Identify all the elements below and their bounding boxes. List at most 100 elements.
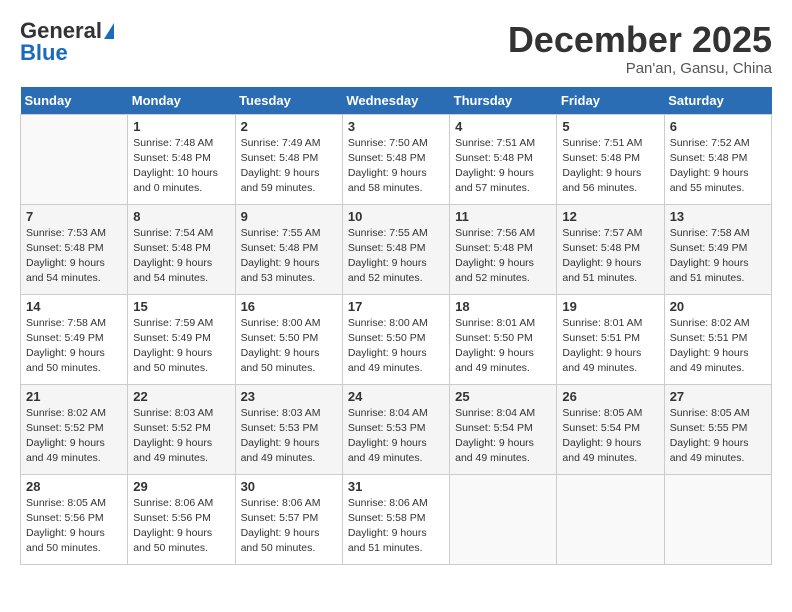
- day-header: Monday: [128, 87, 235, 115]
- day-info: Sunrise: 8:02 AMSunset: 5:52 PMDaylight:…: [26, 406, 122, 467]
- day-header: Tuesday: [235, 87, 342, 115]
- day-info: Sunrise: 7:51 AMSunset: 5:48 PMDaylight:…: [562, 136, 658, 197]
- calendar-cell: 1Sunrise: 7:48 AMSunset: 5:48 PMDaylight…: [128, 114, 235, 204]
- day-info: Sunrise: 8:04 AMSunset: 5:54 PMDaylight:…: [455, 406, 551, 467]
- calendar-cell: 8Sunrise: 7:54 AMSunset: 5:48 PMDaylight…: [128, 204, 235, 294]
- calendar-cell: 28 Sunrise: 8:05 AMSunset: 5:56 PMDayligh…: [21, 474, 128, 564]
- day-info: Sunrise: 8:03 AMSunset: 5:53 PMDaylight:…: [241, 406, 337, 467]
- day-number: 23: [241, 389, 337, 404]
- day-info: Sunrise: 7:58 AMSunset: 5:49 PMDaylight:…: [26, 316, 122, 377]
- calendar-cell: 3 Sunrise: 7:50 AMSunset: 5:48 PMDaylight…: [342, 114, 449, 204]
- calendar-cell: 5Sunrise: 7:51 AMSunset: 5:48 PMDaylight…: [557, 114, 664, 204]
- calendar-cell: 30 Sunrise: 8:06 AMSunset: 5:57 PMDayligh…: [235, 474, 342, 564]
- day-info: Sunrise: 7:53 AMSunset: 5:48 PMDaylight:…: [26, 226, 122, 287]
- calendar-cell: 10 Sunrise: 7:55 AMSunset: 5:48 PMDayligh…: [342, 204, 449, 294]
- day-info: Sunrise: 8:06 AMSunset: 5:56 PMDaylight:…: [133, 496, 229, 557]
- day-number: 24: [348, 389, 444, 404]
- day-header: Friday: [557, 87, 664, 115]
- calendar-cell: 9Sunrise: 7:55 AMSunset: 5:48 PMDaylight…: [235, 204, 342, 294]
- calendar-cell: 4 Sunrise: 7:51 AMSunset: 5:48 PMDaylight…: [450, 114, 557, 204]
- day-info: Sunrise: 7:54 AMSunset: 5:48 PMDaylight:…: [133, 226, 229, 287]
- calendar-cell: [664, 474, 771, 564]
- calendar-cell: 19Sunrise: 8:01 AMSunset: 5:51 PMDayligh…: [557, 294, 664, 384]
- calendar-cell: [21, 114, 128, 204]
- day-info: Sunrise: 8:01 AMSunset: 5:50 PMDaylight:…: [455, 316, 551, 377]
- day-number: 17: [348, 299, 444, 314]
- calendar-cell: 18 Sunrise: 8:01 AMSunset: 5:50 PMDayligh…: [450, 294, 557, 384]
- day-number: 7: [26, 209, 122, 224]
- day-info: Sunrise: 8:05 AMSunset: 5:54 PMDaylight:…: [562, 406, 658, 467]
- day-info: Sunrise: 8:06 AMSunset: 5:58 PMDaylight:…: [348, 496, 444, 557]
- day-number: 28: [26, 479, 122, 494]
- calendar-cell: 13Sunrise: 7:58 AMSunset: 5:49 PMDayligh…: [664, 204, 771, 294]
- day-info: Sunrise: 7:56 AMSunset: 5:48 PMDaylight:…: [455, 226, 551, 287]
- day-header: Sunday: [21, 87, 128, 115]
- calendar-cell: 17 Sunrise: 8:00 AMSunset: 5:50 PMDayligh…: [342, 294, 449, 384]
- title-block: December 2025 Pan'an, Gansu, China: [508, 20, 772, 77]
- calendar-week-row: 14 Sunrise: 7:58 AMSunset: 5:49 PMDayligh…: [21, 294, 772, 384]
- day-info: Sunrise: 7:52 AMSunset: 5:48 PMDaylight:…: [670, 136, 766, 197]
- location-text: Pan'an, Gansu, China: [508, 60, 772, 77]
- day-number: 18: [455, 299, 551, 314]
- day-number: 2: [241, 119, 337, 134]
- month-title: December 2025: [508, 20, 772, 60]
- day-number: 10: [348, 209, 444, 224]
- day-info: Sunrise: 8:05 AMSunset: 5:55 PMDaylight:…: [670, 406, 766, 467]
- day-info: Sunrise: 8:02 AMSunset: 5:51 PMDaylight:…: [670, 316, 766, 377]
- day-info: Sunrise: 7:55 AMSunset: 5:48 PMDaylight:…: [348, 226, 444, 287]
- day-info: Sunrise: 7:58 AMSunset: 5:49 PMDaylight:…: [670, 226, 766, 287]
- calendar-cell: 14 Sunrise: 7:58 AMSunset: 5:49 PMDayligh…: [21, 294, 128, 384]
- calendar-cell: 31 Sunrise: 8:06 AMSunset: 5:58 PMDayligh…: [342, 474, 449, 564]
- calendar-cell: 23 Sunrise: 8:03 AMSunset: 5:53 PMDayligh…: [235, 384, 342, 474]
- day-info: Sunrise: 7:59 AMSunset: 5:49 PMDaylight:…: [133, 316, 229, 377]
- day-info: Sunrise: 7:51 AMSunset: 5:48 PMDaylight:…: [455, 136, 551, 197]
- day-info: Sunrise: 8:00 AMSunset: 5:50 PMDaylight:…: [348, 316, 444, 377]
- logo: General Blue: [20, 20, 114, 64]
- day-info: Sunrise: 7:50 AMSunset: 5:48 PMDaylight:…: [348, 136, 444, 197]
- page-header: General Blue December 2025 Pan'an, Gansu…: [20, 20, 772, 77]
- day-number: 6: [670, 119, 766, 134]
- day-info: Sunrise: 7:57 AMSunset: 5:48 PMDaylight:…: [562, 226, 658, 287]
- calendar-week-row: 21Sunrise: 8:02 AMSunset: 5:52 PMDayligh…: [21, 384, 772, 474]
- logo-icon: [104, 23, 114, 39]
- calendar-cell: 25 Sunrise: 8:04 AMSunset: 5:54 PMDayligh…: [450, 384, 557, 474]
- day-number: 4: [455, 119, 551, 134]
- day-number: 14: [26, 299, 122, 314]
- header-row: SundayMondayTuesdayWednesdayThursdayFrid…: [21, 87, 772, 115]
- day-header: Wednesday: [342, 87, 449, 115]
- day-number: 9: [241, 209, 337, 224]
- day-info: Sunrise: 8:06 AMSunset: 5:57 PMDaylight:…: [241, 496, 337, 557]
- day-number: 25: [455, 389, 551, 404]
- calendar-cell: 16Sunrise: 8:00 AMSunset: 5:50 PMDayligh…: [235, 294, 342, 384]
- day-info: Sunrise: 8:05 AMSunset: 5:56 PMDaylight:…: [26, 496, 122, 557]
- day-number: 1: [133, 119, 229, 134]
- calendar-cell: 26Sunrise: 8:05 AMSunset: 5:54 PMDayligh…: [557, 384, 664, 474]
- day-number: 31: [348, 479, 444, 494]
- calendar-cell: [450, 474, 557, 564]
- day-number: 15: [133, 299, 229, 314]
- day-info: Sunrise: 8:01 AMSunset: 5:51 PMDaylight:…: [562, 316, 658, 377]
- day-number: 3: [348, 119, 444, 134]
- day-number: 20: [670, 299, 766, 314]
- calendar-cell: 27Sunrise: 8:05 AMSunset: 5:55 PMDayligh…: [664, 384, 771, 474]
- calendar-table: SundayMondayTuesdayWednesdayThursdayFrid…: [20, 87, 772, 565]
- day-number: 29: [133, 479, 229, 494]
- calendar-cell: 2 Sunrise: 7:49 AMSunset: 5:48 PMDaylight…: [235, 114, 342, 204]
- calendar-cell: 24Sunrise: 8:04 AMSunset: 5:53 PMDayligh…: [342, 384, 449, 474]
- day-header: Saturday: [664, 87, 771, 115]
- day-header: Thursday: [450, 87, 557, 115]
- calendar-cell: [557, 474, 664, 564]
- calendar-cell: 7 Sunrise: 7:53 AMSunset: 5:48 PMDaylight…: [21, 204, 128, 294]
- calendar-cell: 6 Sunrise: 7:52 AMSunset: 5:48 PMDaylight…: [664, 114, 771, 204]
- calendar-week-row: 28 Sunrise: 8:05 AMSunset: 5:56 PMDayligh…: [21, 474, 772, 564]
- day-info: Sunrise: 7:49 AMSunset: 5:48 PMDaylight:…: [241, 136, 337, 197]
- calendar-week-row: 1Sunrise: 7:48 AMSunset: 5:48 PMDaylight…: [21, 114, 772, 204]
- day-number: 12: [562, 209, 658, 224]
- day-number: 30: [241, 479, 337, 494]
- day-number: 11: [455, 209, 551, 224]
- calendar-cell: 20 Sunrise: 8:02 AMSunset: 5:51 PMDayligh…: [664, 294, 771, 384]
- logo-blue-text: Blue: [20, 42, 68, 64]
- calendar-cell: 29 Sunrise: 8:06 AMSunset: 5:56 PMDayligh…: [128, 474, 235, 564]
- calendar-cell: 22Sunrise: 8:03 AMSunset: 5:52 PMDayligh…: [128, 384, 235, 474]
- calendar-cell: 21Sunrise: 8:02 AMSunset: 5:52 PMDayligh…: [21, 384, 128, 474]
